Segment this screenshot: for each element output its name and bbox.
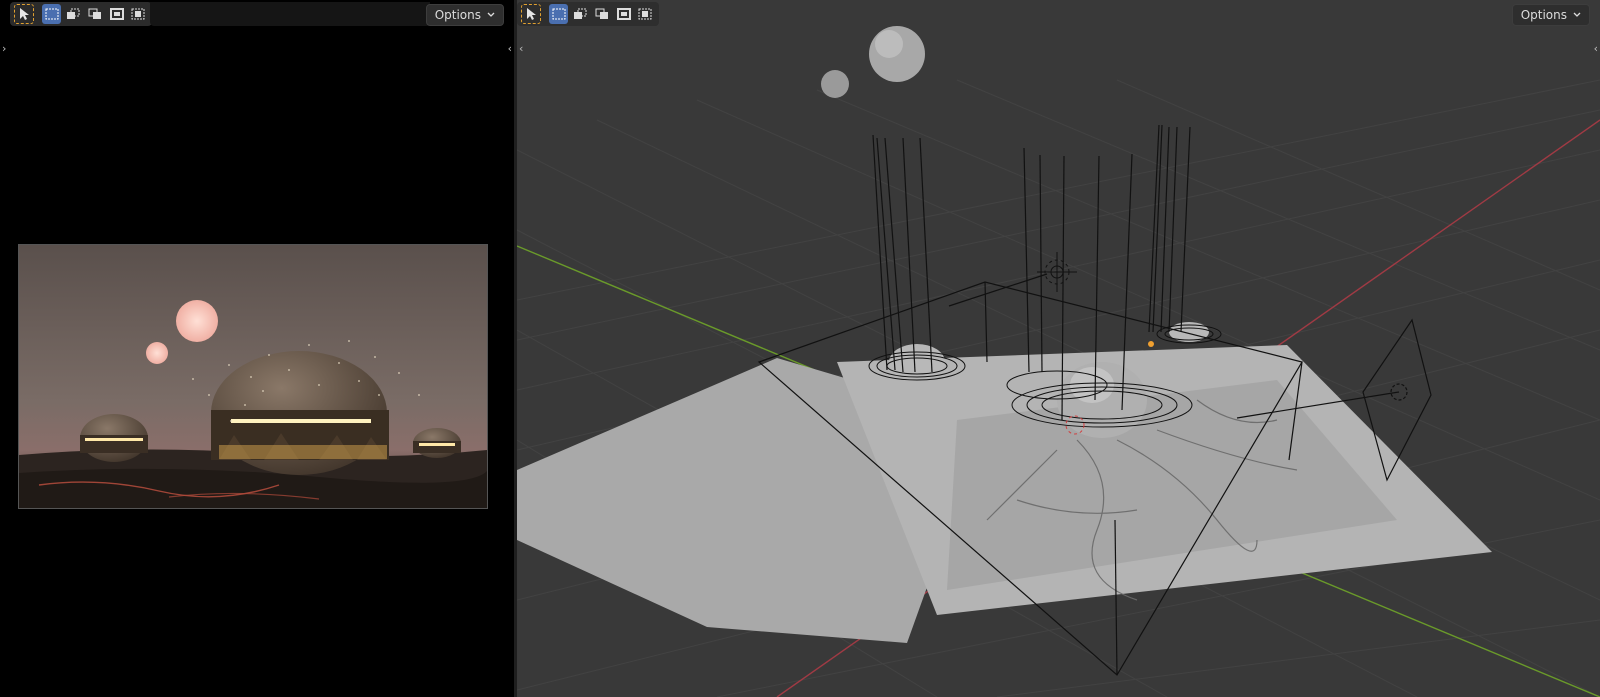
blender-window: Options › ‹ Options ‹ ‹ [0, 0, 1600, 697]
viewport-tool-mode-group [517, 2, 659, 26]
chevron-down-icon [487, 12, 495, 17]
expand-toolbar-arrow[interactable]: › [2, 42, 6, 55]
select-mode-new-button[interactable] [41, 4, 62, 24]
select-new-icon [45, 8, 59, 20]
viewport-scene [517, 26, 1600, 697]
viewport-select-mode-new-button[interactable] [548, 4, 569, 24]
expand-sidebar-arrow[interactable]: ‹ [508, 42, 512, 55]
select-subtract-icon [595, 8, 608, 19]
rendered-image [18, 244, 488, 509]
select-invert-icon [109, 8, 124, 20]
small-planet [146, 342, 168, 364]
viewport-select-mode-extend-button[interactable] [570, 4, 590, 24]
viewport-options-dropdown[interactable]: Options [1511, 4, 1590, 26]
viewport-header: Options [517, 0, 1600, 28]
viewport-expand-sidebar-arrow[interactable]: ‹ [1594, 42, 1598, 55]
large-planet [176, 300, 218, 342]
viewport-options-label: Options [1520, 8, 1567, 22]
small-sphere-object[interactable] [821, 70, 849, 98]
options-label: Options [434, 8, 481, 22]
header-strip [150, 2, 430, 26]
select-extend-icon [67, 8, 80, 19]
select-mode-extend-button[interactable] [63, 4, 83, 24]
select-mode-invert-button[interactable] [107, 4, 127, 24]
select-mode-intersect-button[interactable] [128, 4, 148, 24]
select-intersect-icon [638, 8, 652, 20]
select-invert-icon [616, 8, 631, 20]
select-subtract-icon [88, 8, 101, 19]
select-tool-button[interactable] [14, 4, 34, 24]
3d-viewport[interactable]: Options ‹ ‹ [517, 0, 1600, 697]
viewport-select-mode-subtract-button[interactable] [592, 4, 612, 24]
tool-mode-group [10, 2, 152, 26]
options-dropdown[interactable]: Options [425, 4, 504, 26]
image-editor-header: Options [0, 0, 514, 28]
image-editor: Options › ‹ [0, 0, 514, 697]
viewport-select-mode-invert-button[interactable] [614, 4, 634, 24]
viewport-select-tool-button[interactable] [521, 4, 541, 24]
select-intersect-icon [131, 8, 145, 20]
cursor-arrow-icon [526, 8, 536, 20]
select-mode-subtract-button[interactable] [85, 4, 105, 24]
viewport-expand-toolbar-arrow[interactable]: ‹ [519, 42, 523, 55]
select-new-icon [552, 8, 566, 20]
select-extend-icon [574, 8, 587, 19]
cursor-arrow-icon [19, 8, 29, 20]
chevron-down-icon [1573, 12, 1581, 17]
light-gizmo[interactable] [1037, 252, 1077, 292]
viewport-select-mode-intersect-button[interactable] [635, 4, 655, 24]
